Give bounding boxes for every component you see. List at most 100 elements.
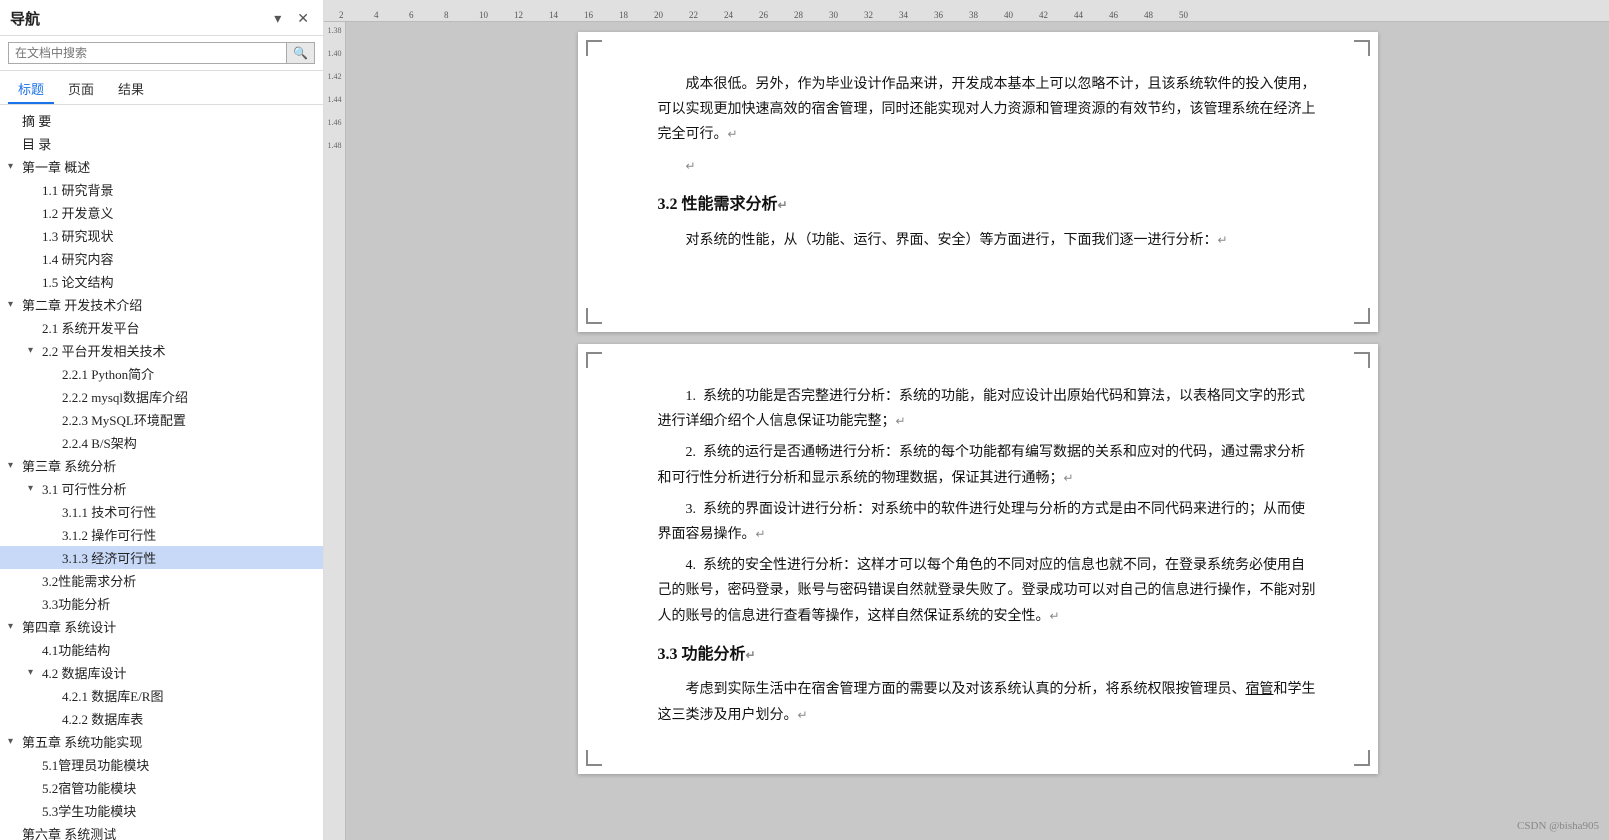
- corner-tr: [1354, 40, 1370, 56]
- corner2-bl: [586, 750, 602, 766]
- tree-item-3.3[interactable]: 3.3功能分析: [0, 592, 323, 615]
- page1-section-heading: 3.2 性能需求分析↵: [658, 191, 1318, 220]
- tree-label-2.2.1: 2.2.1 Python简介: [62, 364, 315, 383]
- page1-content: 成本很低。另外，作为毕业设计作品来讲，开发成本基本上可以忽略不计，且该系统软件的…: [658, 72, 1318, 253]
- tree-label-5.3: 5.3学生功能模块: [42, 801, 315, 820]
- tree-label-1.1: 1.1 研究背景: [42, 180, 315, 199]
- page2-section33-para: 考虑到实际生活中在宿舍管理方面的需要以及对该系统认真的分析，将系统权限按管理员、…: [658, 677, 1318, 727]
- nav-header: 导航 ▾ ✕: [0, 0, 323, 36]
- corner-bl: [586, 308, 602, 324]
- tab-page[interactable]: 页面: [58, 75, 104, 104]
- tree-item-1.5[interactable]: 1.5 论文结构: [0, 270, 323, 293]
- navigation-panel: 导航 ▾ ✕ 🔍 标题 页面 结果 摘 要目 录▾第一章 概述1.1 研究背景1…: [0, 0, 324, 840]
- tree-item-3.1.3[interactable]: 3.1.3 经济可行性: [0, 546, 323, 569]
- tree-label-1.5: 1.5 论文结构: [42, 272, 315, 291]
- tree-label-2.1: 2.1 系统开发平台: [42, 318, 315, 337]
- tree-label-3.1.3: 3.1.3 经济可行性: [62, 548, 315, 567]
- tree-label-ch1: 第一章 概述: [22, 157, 315, 176]
- nav-close-button[interactable]: ✕: [293, 8, 313, 29]
- tree-item-4.2[interactable]: ▾4.2 数据库设计: [0, 661, 323, 684]
- tree-label-1.3: 1.3 研究现状: [42, 226, 315, 245]
- tree-item-4.2.2[interactable]: 4.2.2 数据库表: [0, 707, 323, 730]
- section33-link[interactable]: 宿管: [1246, 682, 1274, 697]
- tree-label-5.2: 5.2宿管功能模块: [42, 778, 315, 797]
- tree-label-toc: 目 录: [22, 134, 315, 153]
- nav-tree: 摘 要目 录▾第一章 概述1.1 研究背景1.2 开发意义1.3 研究现状1.4…: [0, 105, 323, 840]
- tree-arrow-ch5: ▾: [8, 736, 22, 747]
- tree-label-4.2.2: 4.2.2 数据库表: [62, 709, 315, 728]
- page2-item4: 4. 系统的安全性进行分析：这样才可以每个角色的不同对应的信息也就不同，在登录系…: [658, 553, 1318, 629]
- tab-title[interactable]: 标题: [8, 75, 54, 104]
- page-1: 成本很低。另外，作为毕业设计作品来讲，开发成本基本上可以忽略不计，且该系统软件的…: [578, 32, 1378, 332]
- tree-item-3.2[interactable]: 3.2性能需求分析: [0, 569, 323, 592]
- tree-label-3.1.2: 3.1.2 操作可行性: [62, 525, 315, 544]
- tree-item-ch6[interactable]: 第六章 系统测试: [0, 822, 323, 840]
- tree-item-2.2[interactable]: ▾2.2 平台开发相关技术: [0, 339, 323, 362]
- page2-section33-heading: 3.3 功能分析↵: [658, 641, 1318, 670]
- tree-arrow-3.1: ▾: [28, 483, 42, 494]
- tree-item-2.2.2[interactable]: 2.2.2 mysql数据库介绍: [0, 385, 323, 408]
- tree-item-3.1.1[interactable]: 3.1.1 技术可行性: [0, 500, 323, 523]
- tree-label-2.2: 2.2 平台开发相关技术: [42, 341, 315, 360]
- tree-arrow-4.2: ▾: [28, 667, 42, 678]
- tree-item-3.1.2[interactable]: 3.1.2 操作可行性: [0, 523, 323, 546]
- tree-label-3.1: 3.1 可行性分析: [42, 479, 315, 498]
- page2-item2: 2. 系统的运行是否通畅进行分析：系统的每个功能都有编写数据的关系和应对的代码，…: [658, 440, 1318, 490]
- tree-item-2.2.1[interactable]: 2.2.1 Python简介: [0, 362, 323, 385]
- nav-title: 导航: [10, 8, 40, 29]
- tree-item-ch3[interactable]: ▾第三章 系统分析: [0, 454, 323, 477]
- tree-item-1.4[interactable]: 1.4 研究内容: [0, 247, 323, 270]
- nav-tabs: 标题 页面 结果: [0, 71, 323, 105]
- page2-item1: 1. 系统的功能是否完整进行分析：系统的功能，能对应设计出原始代码和算法，以表格…: [658, 384, 1318, 434]
- tree-item-1.3[interactable]: 1.3 研究现状: [0, 224, 323, 247]
- tree-item-ch4[interactable]: ▾第四章 系统设计: [0, 615, 323, 638]
- corner2-tr: [1354, 352, 1370, 368]
- tree-arrow-ch4: ▾: [8, 621, 22, 632]
- tree-item-2.2.4[interactable]: 2.2.4 B/S架构: [0, 431, 323, 454]
- tree-item-3.1[interactable]: ▾3.1 可行性分析: [0, 477, 323, 500]
- tree-item-1.1[interactable]: 1.1 研究背景: [0, 178, 323, 201]
- corner2-tl: [586, 352, 602, 368]
- tree-item-5.3[interactable]: 5.3学生功能模块: [0, 799, 323, 822]
- tree-label-2.2.2: 2.2.2 mysql数据库介绍: [62, 387, 315, 406]
- tree-item-1.2[interactable]: 1.2 开发意义: [0, 201, 323, 224]
- tree-label-3.2: 3.2性能需求分析: [42, 571, 315, 590]
- tree-label-3.1.1: 3.1.1 技术可行性: [62, 502, 315, 521]
- tree-item-5.1[interactable]: 5.1管理员功能模块: [0, 753, 323, 776]
- content-with-ruler: 1.38 1.40 1.42 1.44 1.46 1.48 成本很低。另外，作为…: [324, 22, 1609, 840]
- tree-item-5.2[interactable]: 5.2宿管功能模块: [0, 776, 323, 799]
- tree-arrow-ch1: ▾: [8, 161, 22, 172]
- tree-label-ch5: 第五章 系统功能实现: [22, 732, 315, 751]
- page-2: 1. 系统的功能是否完整进行分析：系统的功能，能对应设计出原始代码和算法，以表格…: [578, 344, 1378, 774]
- tree-item-ch1[interactable]: ▾第一章 概述: [0, 155, 323, 178]
- corner-br: [1354, 308, 1370, 324]
- tree-item-2.1[interactable]: 2.1 系统开发平台: [0, 316, 323, 339]
- search-input[interactable]: [8, 42, 287, 64]
- tree-label-ch4: 第四章 系统设计: [22, 617, 315, 636]
- tree-label-summary: 摘 要: [22, 111, 315, 130]
- tree-label-2.2.3: 2.2.3 MySQL环境配置: [62, 410, 315, 429]
- tree-item-4.1[interactable]: 4.1功能结构: [0, 638, 323, 661]
- top-ruler: 2 4 6 8 10 12 14 16 18 20 22 24 26 28 30…: [324, 0, 1609, 22]
- search-bar: 🔍: [0, 36, 323, 71]
- tree-label-4.1: 4.1功能结构: [42, 640, 315, 659]
- corner2-br: [1354, 750, 1370, 766]
- page1-para1: 对系统的性能，从（功能、运行、界面、安全）等方面进行，下面我们逐一进行分析：↵: [658, 228, 1318, 253]
- corner-tl: [586, 40, 602, 56]
- nav-header-icons: ▾ ✕: [270, 8, 313, 29]
- tab-results[interactable]: 结果: [108, 75, 154, 104]
- tree-item-4.2.1[interactable]: 4.2.1 数据库E/R图: [0, 684, 323, 707]
- tree-label-1.4: 1.4 研究内容: [42, 249, 315, 268]
- tree-item-2.2.3[interactable]: 2.2.3 MySQL环境配置: [0, 408, 323, 431]
- tree-item-ch2[interactable]: ▾第二章 开发技术介绍: [0, 293, 323, 316]
- tree-item-ch5[interactable]: ▾第五章 系统功能实现: [0, 730, 323, 753]
- tree-label-1.2: 1.2 开发意义: [42, 203, 315, 222]
- tree-item-summary[interactable]: 摘 要: [0, 109, 323, 132]
- search-button[interactable]: 🔍: [287, 42, 315, 64]
- tree-item-toc[interactable]: 目 录: [0, 132, 323, 155]
- tree-label-ch2: 第二章 开发技术介绍: [22, 295, 315, 314]
- tree-label-ch3: 第三章 系统分析: [22, 456, 315, 475]
- tree-arrow-2.2: ▾: [28, 345, 42, 356]
- doc-pages[interactable]: 成本很低。另外，作为毕业设计作品来讲，开发成本基本上可以忽略不计，且该系统软件的…: [346, 22, 1609, 840]
- nav-pin-button[interactable]: ▾: [270, 8, 285, 29]
